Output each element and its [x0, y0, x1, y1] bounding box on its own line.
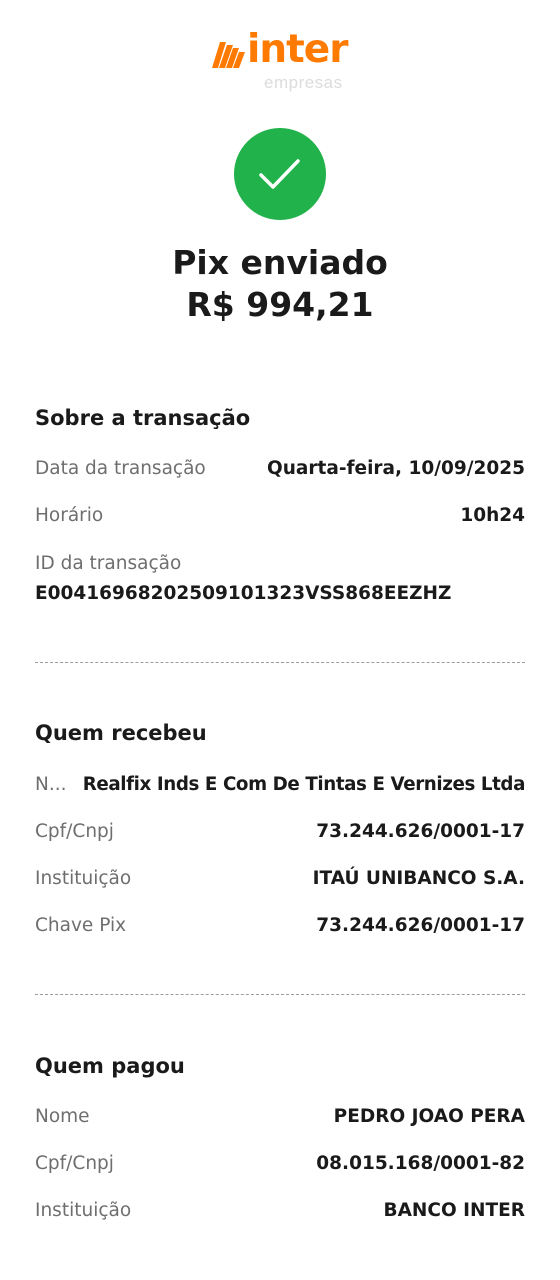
value-transaction-time: 10h24: [460, 505, 525, 526]
status-title: Pix enviado: [172, 243, 388, 282]
brand-name: inter: [247, 27, 348, 72]
label-receiver-document: Cpf/Cnpj: [35, 821, 114, 842]
section-title-transaction: Sobre a transação: [35, 406, 251, 430]
label-payer-institution: Instituição: [35, 1200, 132, 1221]
transfer-amount: R$ 994,21: [186, 285, 374, 324]
row-payer-institution: Instituição BANCO INTER: [35, 1198, 525, 1224]
row-transaction-date: Data da transação Quarta-feira, 10/09/20…: [35, 456, 525, 482]
row-receiver-document: Cpf/Cnpj 73.244.626/0001-17: [35, 819, 525, 845]
row-payer-document: Cpf/Cnpj 08.015.168/0001-82: [35, 1151, 525, 1177]
value-receiver-institution: ITAÚ UNIBANCO S.A.: [312, 868, 525, 889]
row-receiver-pix-key: Chave Pix 73.244.626/0001-17: [35, 913, 525, 939]
label-transaction-date: Data da transação: [35, 458, 206, 479]
row-receiver-name: N... Realfix Inds E Com De Tintas E Vern…: [35, 772, 525, 798]
divider: [35, 994, 525, 995]
label-payer-name: Nome: [35, 1106, 90, 1127]
row-receiver-institution: Instituição ITAÚ UNIBANCO S.A.: [35, 866, 525, 892]
section-title-payer: Quem pagou: [35, 1054, 185, 1078]
row-transaction-time: Horário 10h24: [35, 503, 525, 529]
label-transaction-time: Horário: [35, 505, 104, 526]
label-receiver-institution: Instituição: [35, 868, 132, 889]
section-title-receiver: Quem recebeu: [35, 721, 207, 745]
value-payer-name: PEDRO JOAO PERA: [333, 1106, 525, 1127]
check-icon: [234, 128, 326, 220]
brand-logo: inter empresas: [0, 30, 560, 96]
label-transaction-id: ID da transação: [35, 553, 182, 574]
label-receiver-name: N...: [35, 774, 67, 795]
inter-logo-mark-icon: [212, 42, 245, 68]
value-receiver-pix-key: 73.244.626/0001-17: [316, 915, 525, 936]
row-payer-name: Nome PEDRO JOAO PERA: [35, 1104, 525, 1130]
value-payer-institution: BANCO INTER: [383, 1200, 525, 1221]
value-receiver-name: Realfix Inds E Com De Tintas E Vernizes …: [82, 774, 526, 795]
value-payer-document: 08.015.168/0001-82: [316, 1153, 525, 1174]
value-transaction-id: E00416968202509101323VSS868EEZHZ: [35, 583, 452, 604]
label-payer-document: Cpf/Cnpj: [35, 1153, 114, 1174]
brand-subtitle: empresas: [264, 73, 343, 92]
value-transaction-date: Quarta-feira, 10/09/2025: [266, 458, 525, 479]
divider: [35, 662, 525, 663]
value-receiver-document: 73.244.626/0001-17: [316, 821, 525, 842]
label-receiver-pix-key: Chave Pix: [35, 915, 127, 936]
